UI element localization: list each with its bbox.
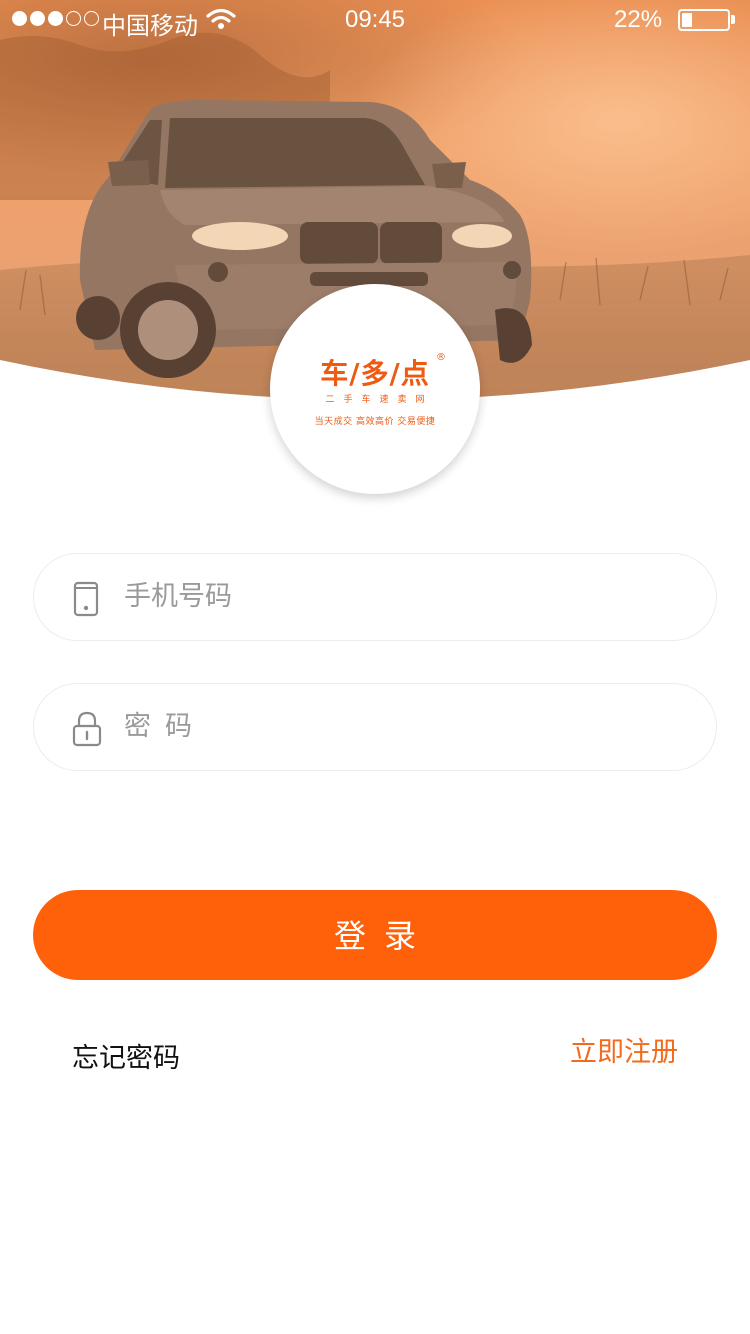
battery-percent: 22% — [614, 6, 663, 33]
registered-mark: ® — [436, 352, 446, 363]
phone-field[interactable] — [33, 553, 717, 641]
login-button[interactable]: 登录 — [33, 890, 717, 980]
forgot-password-link[interactable]: 忘记密码 — [72, 1036, 180, 1075]
brand-name: 车/多/点 — [320, 357, 430, 390]
password-field[interactable] — [33, 683, 717, 771]
register-link[interactable]: 立即注册 — [570, 1030, 678, 1069]
lock-icon — [72, 711, 102, 747]
brand-subtitle: 二手车速卖网 — [325, 395, 434, 405]
brand-slogan: 当天成交 高效高价 交易便捷 — [314, 417, 436, 427]
battery-icon — [678, 9, 730, 31]
phone-icon — [73, 581, 99, 617]
phone-input[interactable] — [124, 554, 684, 639]
battery-level — [682, 13, 692, 27]
status-bar: 中国移动 09:45 22% — [0, 0, 750, 40]
battery-tip — [731, 15, 735, 24]
brand-logo: 车/多/点 ® 二手车速卖网 当天成交 高效高价 交易便捷 — [270, 284, 480, 494]
password-input[interactable] — [124, 684, 684, 769]
